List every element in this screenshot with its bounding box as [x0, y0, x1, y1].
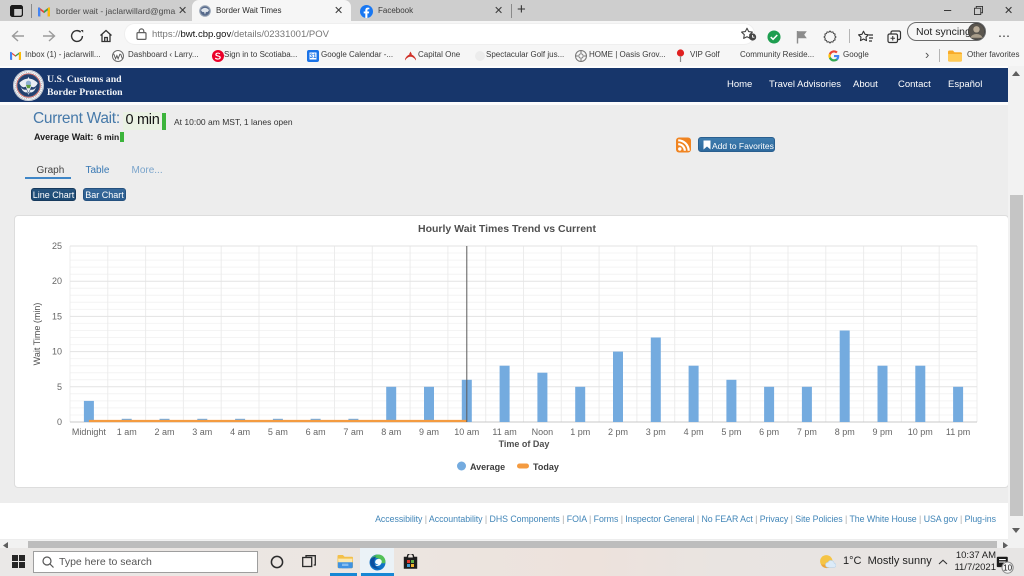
svg-text:1 am: 1 am — [117, 427, 137, 437]
svg-text:6 am: 6 am — [306, 427, 326, 437]
svg-text:Time of Day: Time of Day — [499, 439, 550, 449]
svg-text:10: 10 — [1003, 563, 1012, 572]
svg-text:4 pm: 4 pm — [684, 427, 704, 437]
svg-text:11 pm: 11 pm — [946, 427, 970, 437]
svg-text:9 pm: 9 pm — [872, 427, 892, 437]
svg-text:9 am: 9 am — [419, 427, 439, 437]
svg-text:Today: Today — [533, 462, 559, 472]
svg-text:0: 0 — [57, 417, 62, 427]
svg-text:4 am: 4 am — [230, 427, 250, 437]
svg-text:8 am: 8 am — [381, 427, 401, 437]
svg-text:25: 25 — [52, 241, 62, 251]
svg-text:31: 31 — [310, 54, 317, 60]
svg-text:Midnight: Midnight — [72, 427, 107, 437]
svg-text:5 pm: 5 pm — [721, 427, 741, 437]
svg-text:6 pm: 6 pm — [759, 427, 779, 437]
svg-text:20: 20 — [52, 276, 62, 286]
svg-text:2 pm: 2 pm — [608, 427, 628, 437]
svg-text:3 am: 3 am — [192, 427, 212, 437]
svg-text:Wait Time (min): Wait Time (min) — [32, 303, 42, 366]
svg-text:11 am: 11 am — [492, 427, 516, 437]
svg-text:3 pm: 3 pm — [646, 427, 666, 437]
svg-text:Average: Average — [470, 462, 505, 472]
svg-text:15: 15 — [52, 311, 62, 321]
svg-text:7 pm: 7 pm — [797, 427, 817, 437]
svg-text:Noon: Noon — [532, 427, 554, 437]
svg-text:10 pm: 10 pm — [908, 427, 933, 437]
svg-text:8 pm: 8 pm — [835, 427, 855, 437]
svg-text:7 am: 7 am — [343, 427, 363, 437]
svg-text:10: 10 — [52, 347, 62, 357]
svg-text:5: 5 — [57, 382, 62, 392]
svg-text:5 am: 5 am — [268, 427, 288, 437]
svg-text:2 am: 2 am — [154, 427, 174, 437]
svg-text:Hourly Wait Times Trend vs Cur: Hourly Wait Times Trend vs Current — [418, 223, 596, 235]
svg-text:10 am: 10 am — [454, 427, 479, 437]
svg-text:1 pm: 1 pm — [570, 427, 590, 437]
